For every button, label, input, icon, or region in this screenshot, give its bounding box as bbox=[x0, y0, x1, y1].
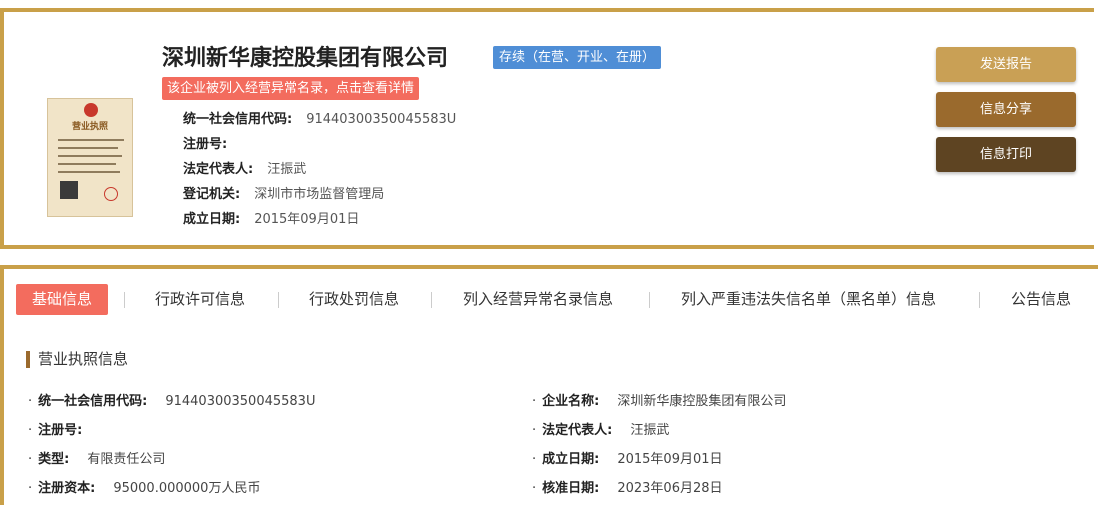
field-registered-capital: · 注册资本: 95000.000000万人民币 bbox=[28, 481, 261, 496]
abnormal-list-notice-link[interactable]: 该企业被列入经营异常名录，点击查看详情 bbox=[162, 77, 420, 100]
business-license-image[interactable]: 营业执照 bbox=[47, 98, 133, 217]
tab-announcements[interactable]: 公告信息 bbox=[1011, 284, 1071, 315]
tab-abnormal-list[interactable]: 列入经营异常名录信息 bbox=[463, 284, 613, 315]
info-reg-authority: 登记机关: 深圳市市场监督管理局 bbox=[183, 187, 385, 202]
info-legal-rep: 法定代表人: 汪振武 bbox=[183, 162, 307, 177]
field-type: · 类型: 有限责任公司 bbox=[28, 452, 166, 467]
tab-basic-info[interactable]: 基础信息 bbox=[16, 284, 109, 315]
qr-code-icon bbox=[60, 181, 78, 199]
field-company-name: · 企业名称: 深圳新华康控股集团有限公司 bbox=[532, 394, 787, 409]
tab-admin-penalty[interactable]: 行政处罚信息 bbox=[309, 284, 399, 315]
send-report-button[interactable]: 发送报告 bbox=[936, 47, 1076, 82]
info-reg-number: 注册号: bbox=[183, 137, 228, 152]
tab-bar: 基础信息 行政许可信息 行政处罚信息 列入经营异常名录信息 列入严重违法失信名单… bbox=[0, 284, 1098, 318]
company-name: 深圳新华康控股集团有限公司 bbox=[162, 46, 449, 71]
tab-blacklist[interactable]: 列入严重违法失信名单（黑名单）信息 bbox=[681, 284, 936, 315]
share-info-button[interactable]: 信息分享 bbox=[936, 92, 1076, 127]
license-title: 营业执照 bbox=[71, 122, 108, 132]
field-reg-number: · 注册号: bbox=[28, 423, 83, 438]
seal-icon bbox=[104, 187, 118, 201]
info-credit-code: 统一社会信用代码: 91440300350045583U bbox=[183, 112, 457, 127]
field-legal-rep: · 法定代表人: 汪振武 bbox=[532, 423, 670, 438]
status-badge: 存续（在营、开业、在册） bbox=[493, 46, 662, 69]
field-credit-code: · 统一社会信用代码: 91440300350045583U bbox=[28, 394, 316, 409]
info-established-date: 成立日期: 2015年09月01日 bbox=[183, 212, 360, 227]
section-title: 营业执照信息 bbox=[26, 351, 128, 368]
field-established-date: · 成立日期: 2015年09月01日 bbox=[532, 452, 723, 467]
field-approval-date: · 核准日期: 2023年06月28日 bbox=[532, 481, 723, 496]
print-info-button[interactable]: 信息打印 bbox=[936, 137, 1076, 172]
national-emblem-icon bbox=[84, 103, 98, 117]
tab-admin-license[interactable]: 行政许可信息 bbox=[155, 284, 245, 315]
